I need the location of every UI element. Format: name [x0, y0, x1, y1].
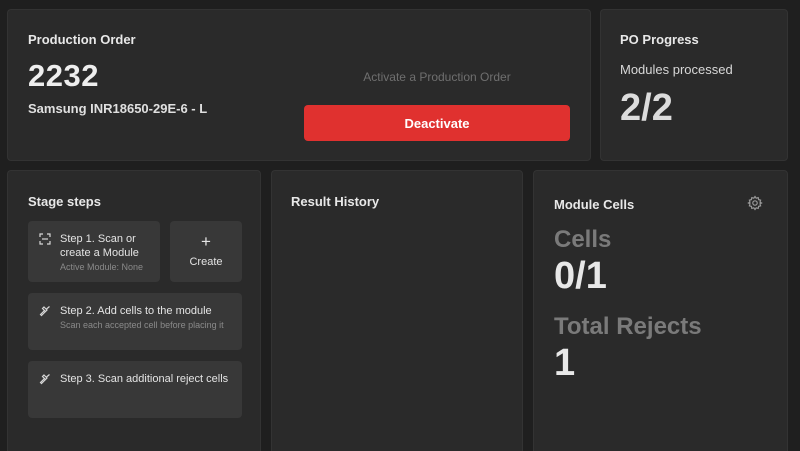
- production-order-title: Production Order: [28, 32, 136, 47]
- module-cells-card: Module Cells Cells 0/1 Total Rejects 1: [533, 170, 788, 451]
- cells-label: Cells: [554, 226, 612, 253]
- create-label: Create: [189, 256, 223, 268]
- stage-steps-card: Stage steps Step 1. Scan or create a Mod…: [7, 170, 261, 451]
- cells-value: 0/1: [554, 255, 607, 297]
- total-rejects-label: Total Rejects: [554, 313, 702, 340]
- modules-processed-value: 2/2: [620, 87, 673, 129]
- gear-icon[interactable]: [747, 195, 763, 211]
- production-order-number: 2232: [28, 58, 99, 93]
- product-name: Samsung INR18650-29E-6 - L: [28, 101, 208, 116]
- result-history-card: Result History: [271, 170, 523, 451]
- deactivate-button[interactable]: Deactivate: [304, 105, 570, 141]
- po-progress-card: PO Progress Modules processed 2/2: [600, 9, 788, 161]
- step-2-add-cells[interactable]: Step 2. Add cells to the module Scan eac…: [28, 293, 242, 350]
- stage-steps-title: Stage steps: [28, 194, 101, 209]
- hammer-icon: [39, 374, 50, 385]
- hammer-icon: [39, 306, 50, 317]
- step-2-label: Step 2. Add cells to the module: [60, 305, 212, 317]
- result-history-title: Result History: [291, 194, 380, 209]
- modules-processed-label: Modules processed: [620, 62, 733, 77]
- step-1-description: Active Module: None: [60, 262, 144, 272]
- step-1-scan-module[interactable]: Step 1. Scan or create a Module Active M…: [28, 221, 160, 282]
- module-cells-title: Module Cells: [554, 197, 635, 212]
- plus-icon: +: [201, 232, 211, 251]
- dashboard: Production Order 2232 Samsung INR18650-2…: [0, 0, 800, 451]
- step-2-description: Scan each accepted cell before placing i…: [60, 320, 224, 330]
- step-3-scan-rejects[interactable]: Step 3. Scan additional reject cells: [28, 361, 242, 418]
- po-progress-title: PO Progress: [620, 32, 699, 47]
- step-3-label: Step 3. Scan additional reject cells: [60, 373, 229, 385]
- production-order-card: Production Order 2232 Samsung INR18650-2…: [7, 9, 591, 161]
- total-rejects-value: 1: [554, 342, 576, 384]
- create-module-button[interactable]: + Create: [170, 221, 242, 282]
- step-1-label: Step 1. Scan or create a Module: [60, 233, 139, 259]
- scan-icon: [39, 233, 51, 245]
- activate-hint: Activate a Production Order: [363, 70, 511, 84]
